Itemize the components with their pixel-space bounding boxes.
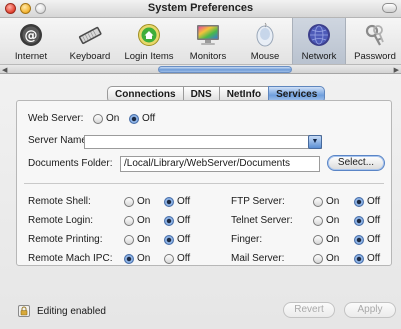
documents-folder-label: Documents Folder: <box>28 158 113 169</box>
toolbar-label: Internet <box>14 51 48 62</box>
divider <box>24 183 384 184</box>
remote-mach-ipc-on-label: On <box>137 253 151 264</box>
toolbar-label: Monitors <box>189 51 227 62</box>
window-title: System Preferences <box>147 2 254 14</box>
toolbar-item-keyboard[interactable]: Keyboard <box>62 18 118 64</box>
remote-shell-on-radio[interactable] <box>124 197 134 207</box>
login-items-icon <box>138 24 160 46</box>
server-name-popup[interactable]: ▼ <box>84 135 322 149</box>
scroll-left-arrow-icon[interactable]: ◀ <box>2 66 7 74</box>
toolbar-item-login-items[interactable]: Login Items <box>120 18 178 64</box>
mail-server-off-label: Off <box>367 253 381 264</box>
remote-shell-on-label: On <box>137 196 151 207</box>
remote-mach-ipc-label: Remote Mach IPC: <box>28 253 113 264</box>
toolbar-item-mouse[interactable]: Mouse <box>240 18 290 64</box>
system-preferences-window: System Preferences @ Internet Keyboard L… <box>0 0 401 329</box>
password-icon <box>365 24 384 46</box>
ftp-server-on-radio[interactable] <box>313 197 323 207</box>
remote-login-on-label: On <box>137 215 151 226</box>
remote-mach-ipc-on-radio[interactable] <box>124 254 134 264</box>
web-server-on-label: On <box>106 113 120 124</box>
remote-login-on-radio[interactable] <box>124 216 134 226</box>
revert-button[interactable]: Revert <box>283 302 335 318</box>
web-server-on-radio[interactable] <box>93 114 103 124</box>
internet-icon: @ <box>20 24 42 46</box>
network-icon <box>308 24 330 46</box>
scroll-thumb[interactable] <box>158 66 292 73</box>
finger-on-radio[interactable] <box>313 235 323 245</box>
remote-mach-ipc-off-label: Off <box>177 253 191 264</box>
ftp-server-on-label: On <box>326 196 340 207</box>
remote-printing-on-radio[interactable] <box>124 235 134 245</box>
keyboard-icon <box>78 26 102 45</box>
remote-shell-off-label: Off <box>177 196 191 207</box>
telnet-server-on-radio[interactable] <box>313 216 323 226</box>
lock-icon[interactable] <box>18 305 30 317</box>
web-server-off-radio[interactable] <box>129 114 139 124</box>
documents-folder-field[interactable]: /Local/Library/WebServer/Documents <box>120 156 320 172</box>
web-server-off-label: Off <box>142 113 156 124</box>
toolbar-toggle-button[interactable] <box>382 3 397 13</box>
title-bar: System Preferences <box>0 0 401 18</box>
monitors-icon <box>197 25 219 45</box>
svg-text:@: @ <box>25 29 38 44</box>
finger-label: Finger: <box>231 234 263 245</box>
web-server-label: Web Server: <box>28 113 84 124</box>
toolbar-label: Keyboard <box>69 51 111 62</box>
finger-on-label: On <box>326 234 340 245</box>
mouse-icon <box>256 22 274 47</box>
ftp-server-label: FTP Server: <box>231 196 285 207</box>
toolbar: @ Internet Keyboard Login Items Monitors… <box>0 18 401 64</box>
mail-server-on-radio[interactable] <box>313 254 323 264</box>
remote-shell-off-radio[interactable] <box>164 197 174 207</box>
chevron-down-icon[interactable]: ▼ <box>308 135 322 149</box>
telnet-server-on-label: On <box>326 215 340 226</box>
toolbar-item-network[interactable]: Network <box>292 18 346 64</box>
ftp-server-off-radio[interactable] <box>354 197 364 207</box>
remote-mach-ipc-off-radio[interactable] <box>164 254 174 264</box>
ftp-server-off-label: Off <box>367 196 381 207</box>
telnet-server-label: Telnet Server: <box>231 215 293 226</box>
toolbar-label: Network <box>301 51 337 62</box>
mail-server-off-radio[interactable] <box>354 254 364 264</box>
remote-shell-label: Remote Shell: <box>28 196 91 207</box>
telnet-server-off-label: Off <box>367 215 381 226</box>
mail-server-label: Mail Server: <box>231 253 285 264</box>
remote-printing-on-label: On <box>137 234 151 245</box>
server-name-label: Server Name: <box>28 135 90 146</box>
toolbar-item-internet[interactable]: @ Internet <box>4 18 58 64</box>
select-folder-button[interactable]: Select... <box>327 155 385 171</box>
lock-status-text: Editing enabled <box>37 306 106 317</box>
remote-printing-off-label: Off <box>177 234 191 245</box>
remote-printing-label: Remote Printing: <box>28 234 103 245</box>
remote-login-off-radio[interactable] <box>164 216 174 226</box>
remote-login-off-label: Off <box>177 215 191 226</box>
remote-login-label: Remote Login: <box>28 215 94 226</box>
toolbar-item-monitors[interactable]: Monitors <box>180 18 236 64</box>
toolbar-label: Password <box>354 51 396 62</box>
toolbar-scrollbar[interactable]: ◀ ▶ <box>0 64 401 74</box>
telnet-server-off-radio[interactable] <box>354 216 364 226</box>
finger-off-radio[interactable] <box>354 235 364 245</box>
apply-button[interactable]: Apply <box>344 302 396 318</box>
toolbar-item-password[interactable]: Password <box>350 18 400 64</box>
remote-printing-off-radio[interactable] <box>164 235 174 245</box>
toolbar-label: Mouse <box>250 51 280 62</box>
finger-off-label: Off <box>367 234 381 245</box>
mail-server-on-label: On <box>326 253 340 264</box>
toolbar-label: Login Items <box>124 51 174 62</box>
scroll-right-arrow-icon[interactable]: ▶ <box>394 66 399 74</box>
